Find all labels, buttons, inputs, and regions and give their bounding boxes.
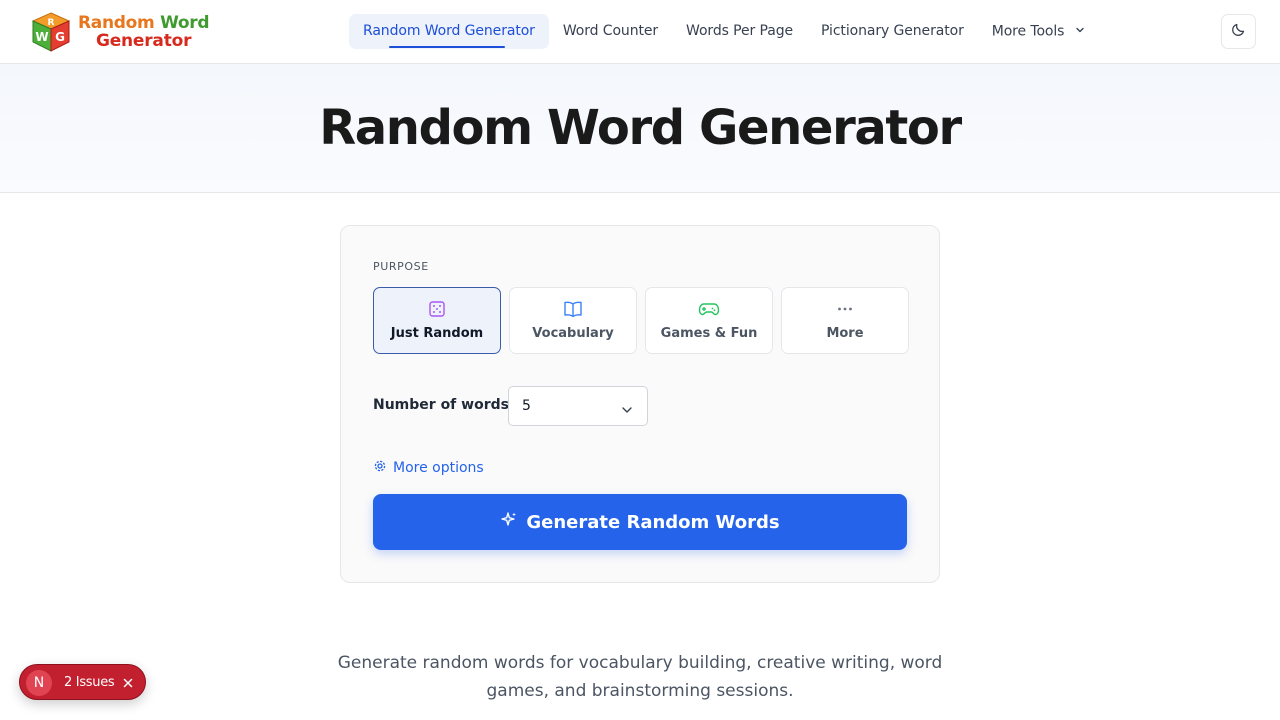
logo-cube-letter-g: G — [55, 30, 65, 44]
nav-label: Word Counter — [562, 23, 659, 39]
issues-badge[interactable]: N 2 Issues — [19, 664, 146, 700]
page-description: Generate random words for vocabulary bui… — [337, 653, 943, 701]
gear-icon — [373, 459, 387, 477]
purpose-label: PURPOSE — [373, 260, 429, 273]
more-options-link[interactable]: More options — [373, 459, 484, 477]
gamepad-icon — [646, 300, 772, 320]
logo-word-word: Word — [160, 13, 210, 33]
logo-cube-letter-w: W — [35, 30, 48, 44]
moon-icon — [1231, 21, 1247, 42]
book-icon — [510, 300, 636, 320]
logo[interactable]: R W G Random Word Generator — [30, 11, 210, 53]
generate-label: Generate Random Words — [526, 511, 780, 533]
nav-label: Words Per Page — [686, 23, 794, 39]
chevron-down-icon — [1075, 14, 1085, 49]
logo-word-random: Random — [78, 13, 155, 33]
purpose-label-text: Just Random — [390, 326, 484, 341]
nav-word-counter[interactable]: Word Counter — [549, 14, 672, 49]
more-options-label: More options — [393, 460, 484, 476]
purpose-games-fun-button[interactable]: Games & Fun — [645, 287, 773, 354]
hero-section: Random Word Generator — [0, 64, 1280, 193]
main-nav: Random Word Generator Word Counter Words… — [349, 14, 1099, 49]
purpose-label-text: Games & Fun — [660, 326, 758, 341]
purpose-vocabulary-button[interactable]: Vocabulary — [509, 287, 637, 354]
issues-label: 2 Issues — [64, 675, 115, 690]
page-title: Random Word Generator — [319, 100, 962, 156]
select-value: 5 — [522, 398, 531, 414]
logo-text: Random Word Generator — [78, 13, 210, 51]
nav-label: Random Word Generator — [363, 23, 535, 39]
logo-word-generator: Generator — [95, 31, 192, 51]
nav-label: Pictionary Generator — [821, 23, 964, 39]
theme-toggle-button[interactable] — [1221, 14, 1256, 49]
purpose-label-text: More — [826, 326, 864, 341]
logo-cube-letter-r: R — [48, 18, 55, 28]
nav-label: More Tools — [991, 23, 1065, 40]
generate-random-words-button[interactable]: Generate Random Words — [373, 494, 907, 550]
purpose-more-button[interactable]: More — [781, 287, 909, 354]
logo-cube-icon: R W G — [30, 11, 72, 53]
nav-more-tools[interactable]: More Tools — [978, 14, 1099, 49]
purpose-just-random-button[interactable]: Just Random — [373, 287, 501, 354]
close-icon[interactable] — [122, 676, 134, 694]
active-underline — [389, 46, 505, 48]
site-header: R W G Random Word Generator Random Word … — [0, 0, 1280, 64]
number-of-words-label: Number of words — [373, 397, 509, 413]
issues-avatar: N — [26, 670, 52, 696]
nav-pictionary-generator[interactable]: Pictionary Generator — [807, 14, 978, 49]
chevron-down-icon — [621, 402, 633, 420]
dice-icon — [374, 300, 500, 320]
generator-card: PURPOSE Just Random Vocabulary Games & F… — [340, 225, 940, 583]
ellipsis-icon — [782, 300, 908, 320]
number-of-words-select[interactable]: 5 — [508, 386, 648, 426]
purpose-label-text: Vocabulary — [532, 326, 614, 341]
nav-random-word-generator[interactable]: Random Word Generator — [349, 14, 549, 49]
sparkle-icon — [500, 511, 518, 534]
nav-words-per-page[interactable]: Words Per Page — [672, 14, 807, 49]
